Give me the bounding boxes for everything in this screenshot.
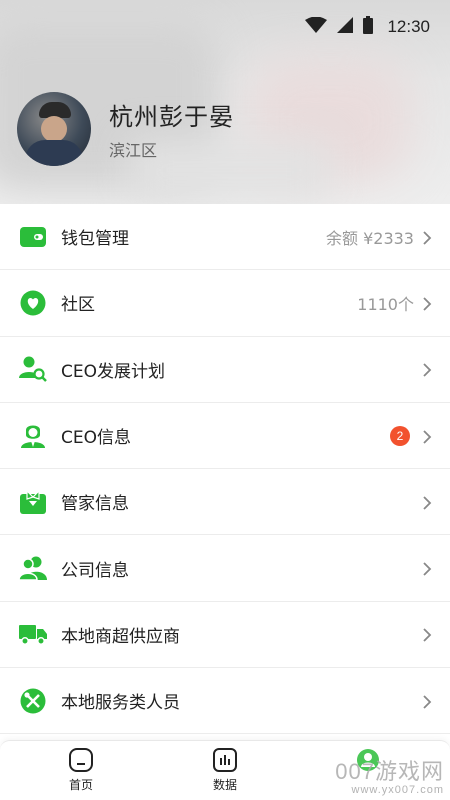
delivery-truck-icon: [19, 620, 47, 648]
tools-icon: [19, 687, 47, 715]
user-name: 杭州彭于晏: [109, 103, 234, 131]
chevron-right-icon: [422, 429, 432, 444]
wallet-balance: 余额 ¥2333: [326, 228, 414, 248]
wifi-icon: [305, 16, 328, 37]
menu-item-company-info[interactable]: 公司信息: [0, 535, 450, 602]
menu-item-community[interactable]: 社区 1110个: [0, 270, 450, 337]
user-district: 滨江区: [109, 141, 158, 160]
menu-item-label: CEO信息: [61, 428, 131, 449]
menu-item-label: 本地商超供应商: [61, 626, 180, 647]
menu-item-label: 钱包管理: [61, 229, 129, 250]
bottom-nav: 首页 数据 007游戏网 www.yx007.com: [0, 740, 450, 800]
watermark-url: www.yx007.com: [351, 784, 444, 796]
menu-item-label: 管家信息: [61, 494, 129, 515]
chevron-right-icon: [422, 627, 432, 643]
battery-icon: [363, 16, 374, 38]
chevron-right-icon: [422, 561, 432, 576]
settings-menu: 钱包管理 余额 ¥2333 社区 1110个 CEO发展计划 CEO信息 2 管…: [0, 204, 450, 735]
menu-item-local-suppliers[interactable]: 本地商超供应商: [0, 602, 450, 669]
header-blur-background: [130, 140, 330, 200]
menu-item-label: CEO发展计划: [61, 361, 165, 382]
menu-item-ceo-plan[interactable]: CEO发展计划: [0, 337, 450, 403]
menu-item-butler-info[interactable]: 管家信息: [0, 469, 450, 536]
menu-item-label: 社区: [61, 295, 95, 316]
chevron-right-icon: [422, 694, 432, 709]
status-bar: 12:30: [305, 14, 430, 40]
home-icon: [68, 747, 94, 773]
nav-data[interactable]: 数据: [195, 747, 255, 799]
chevron-right-icon: [422, 362, 432, 377]
watermark: 007游戏网 www.yx007.com: [335, 754, 444, 796]
status-time: 12:30: [387, 17, 430, 36]
community-count: 1110个: [357, 294, 414, 314]
person-search-icon: [19, 355, 47, 383]
community-chat-icon: [19, 289, 47, 317]
nav-home-label: 首页: [68, 778, 93, 792]
ceo-person-icon: [19, 422, 47, 450]
menu-item-label: 本地服务类人员: [61, 693, 180, 714]
menu-item-ceo-info[interactable]: CEO信息 2: [0, 403, 450, 470]
menu-item-label: 公司信息: [61, 560, 129, 581]
chevron-right-icon: [422, 296, 432, 311]
menu-item-local-services[interactable]: 本地服务类人员: [0, 668, 450, 735]
butler-icon: [19, 488, 47, 516]
chevron-right-icon: [422, 230, 432, 245]
wallet-icon: [19, 223, 47, 251]
chevron-right-icon: [422, 495, 432, 510]
company-people-icon: [19, 554, 47, 582]
signal-icon: [337, 17, 354, 37]
profile-header: 12:30 杭州彭于晏 滨江区: [0, 0, 450, 204]
notification-badge: 2: [390, 425, 410, 446]
nav-data-label: 数据: [212, 778, 237, 792]
nav-home[interactable]: 首页: [51, 747, 111, 799]
data-chart-icon: [212, 747, 238, 773]
watermark-text: 007游戏网: [335, 759, 444, 784]
menu-item-wallet[interactable]: 钱包管理 余额 ¥2333: [0, 204, 450, 271]
avatar[interactable]: [17, 92, 91, 166]
